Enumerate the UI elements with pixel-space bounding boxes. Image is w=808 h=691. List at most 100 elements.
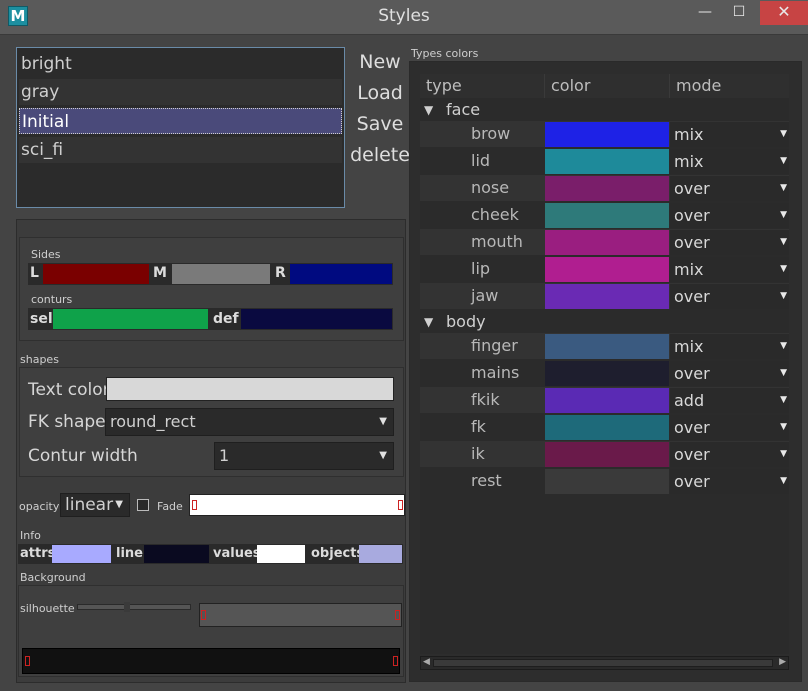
table-row[interactable]: fk over ▼: [420, 414, 789, 440]
mode-select[interactable]: over ▼: [670, 203, 789, 228]
type-color-swatch[interactable]: [545, 149, 669, 174]
types-tree[interactable]: type color mode ▼ face brow mix ▼ lid mix ▼ no…: [420, 74, 789, 654]
tree-group-face[interactable]: ▼ face: [420, 98, 789, 122]
mode-select[interactable]: mix ▼: [670, 122, 789, 147]
contur-def-swatch[interactable]: [241, 309, 392, 329]
mode-select[interactable]: over ▼: [670, 284, 789, 309]
load-button[interactable]: Load: [350, 82, 410, 104]
contur-width-select[interactable]: 1 ▼: [214, 442, 394, 470]
expand-triangle-icon[interactable]: ▼: [424, 310, 433, 334]
mode-select[interactable]: mix ▼: [670, 149, 789, 174]
info-line-swatch[interactable]: [144, 545, 209, 563]
contur-sel-swatch[interactable]: [53, 309, 208, 329]
mode-value: over: [674, 364, 710, 383]
styles-list[interactable]: bright gray Initial sci_fi: [16, 47, 345, 208]
minimize-icon[interactable]: —: [688, 1, 722, 25]
mode-value: add: [674, 391, 705, 410]
table-row[interactable]: mains over ▼: [420, 360, 789, 386]
type-color-swatch[interactable]: [545, 334, 669, 359]
conturs-label: conturs: [31, 293, 73, 306]
side-l-swatch[interactable]: [43, 264, 149, 284]
table-row[interactable]: mouth over ▼: [420, 229, 789, 255]
maximize-icon[interactable]: ☐: [722, 1, 756, 25]
table-row[interactable]: rest over ▼: [420, 468, 789, 494]
gradient-handle-left[interactable]: [201, 610, 206, 620]
fk-shape-select[interactable]: round_rect ▼: [105, 408, 394, 436]
chevron-down-icon: ▼: [780, 183, 787, 193]
group-label: body: [446, 312, 486, 331]
background-gradient[interactable]: [22, 648, 400, 674]
gradient-handle-right[interactable]: [395, 610, 400, 620]
type-color-swatch[interactable]: [545, 230, 669, 255]
delete-button[interactable]: delete: [350, 144, 410, 166]
side-r-swatch[interactable]: [290, 264, 392, 284]
type-color-swatch[interactable]: [545, 415, 669, 440]
scroll-left-icon[interactable]: ◀: [423, 657, 430, 667]
silhouette-slider-handle[interactable]: [124, 602, 130, 612]
type-color-swatch[interactable]: [545, 203, 669, 228]
table-row[interactable]: finger mix ▼: [420, 333, 789, 359]
silhouette-gradient[interactable]: [199, 603, 402, 627]
table-row[interactable]: ik over ▼: [420, 441, 789, 467]
mode-select[interactable]: over ▼: [670, 361, 789, 386]
type-color-swatch[interactable]: [545, 284, 669, 309]
new-button[interactable]: New: [350, 51, 410, 73]
scrollbar-thumb[interactable]: [433, 659, 773, 667]
mode-select[interactable]: over ▼: [670, 415, 789, 440]
column-header-type[interactable]: type: [420, 74, 545, 98]
table-row[interactable]: nose over ▼: [420, 175, 789, 201]
save-button[interactable]: Save: [350, 113, 410, 135]
list-item[interactable]: sci_fi: [19, 137, 342, 163]
mode-value: over: [674, 287, 710, 306]
side-m-swatch[interactable]: [172, 264, 270, 284]
opacity-mode-select[interactable]: linear ▼: [60, 493, 130, 517]
mode-select[interactable]: over ▼: [670, 230, 789, 255]
mode-select[interactable]: mix ▼: [670, 257, 789, 282]
info-values-swatch[interactable]: [257, 545, 305, 563]
table-row[interactable]: jaw over ▼: [420, 283, 789, 309]
gradient-handle-right[interactable]: [393, 656, 398, 666]
silhouette-slider[interactable]: [77, 602, 191, 612]
text-color-label: Text color: [28, 380, 110, 400]
type-color-swatch[interactable]: [545, 388, 669, 413]
table-row[interactable]: cheek over ▼: [420, 202, 789, 228]
type-name: fk: [471, 417, 486, 436]
type-color-swatch[interactable]: [545, 361, 669, 386]
type-color-swatch[interactable]: [545, 122, 669, 147]
fade-checkbox[interactable]: [137, 499, 149, 511]
expand-triangle-icon[interactable]: ▼: [424, 98, 433, 122]
table-row[interactable]: lid mix ▼: [420, 148, 789, 174]
type-color-swatch[interactable]: [545, 176, 669, 201]
list-item-selected[interactable]: Initial: [19, 108, 342, 134]
chevron-down-icon: ▼: [780, 476, 787, 486]
info-attrs-swatch[interactable]: [52, 545, 111, 563]
column-header-color[interactable]: color: [545, 74, 670, 98]
column-header-mode[interactable]: mode: [670, 74, 789, 98]
mode-select[interactable]: add ▼: [670, 388, 789, 413]
table-row[interactable]: lip mix ▼: [420, 256, 789, 282]
horizontal-scrollbar[interactable]: ◀ ▶: [420, 656, 789, 670]
info-objects-swatch[interactable]: [359, 545, 402, 563]
tree-group-body[interactable]: ▼ body: [420, 310, 789, 334]
table-row[interactable]: fkik add ▼: [420, 387, 789, 413]
close-icon[interactable]: ✕: [760, 1, 808, 25]
mode-select[interactable]: over ▼: [670, 176, 789, 201]
gradient-handle-left[interactable]: [192, 500, 197, 510]
fk-shape-label: FK shape: [28, 412, 106, 432]
chevron-down-icon: ▼: [379, 416, 387, 427]
list-item[interactable]: bright: [19, 51, 342, 77]
type-name: mains: [471, 363, 520, 382]
gradient-handle-right[interactable]: [398, 500, 403, 510]
mode-select[interactable]: over ▼: [670, 469, 789, 494]
text-color-swatch[interactable]: [106, 377, 394, 401]
type-color-swatch[interactable]: [545, 469, 669, 494]
mode-select[interactable]: over ▼: [670, 442, 789, 467]
type-color-swatch[interactable]: [545, 442, 669, 467]
mode-select[interactable]: mix ▼: [670, 334, 789, 359]
scroll-right-icon[interactable]: ▶: [779, 657, 786, 667]
gradient-handle-left[interactable]: [25, 656, 30, 666]
type-color-swatch[interactable]: [545, 257, 669, 282]
opacity-gradient[interactable]: [189, 494, 405, 516]
list-item[interactable]: gray: [19, 79, 342, 105]
table-row[interactable]: brow mix ▼: [420, 121, 789, 147]
